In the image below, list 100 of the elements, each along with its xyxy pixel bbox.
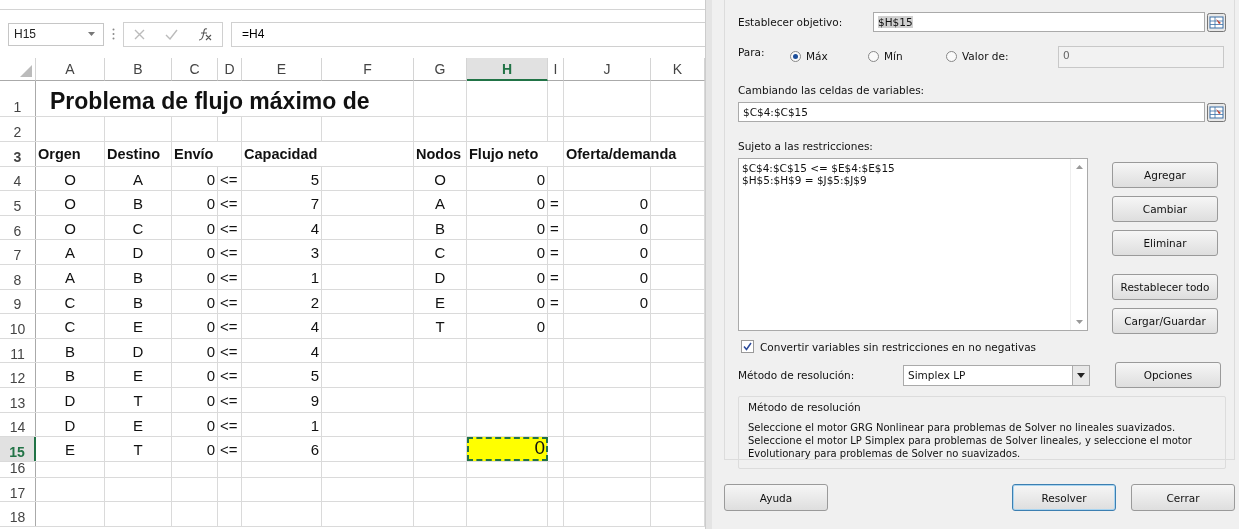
constraint-item[interactable]: $H$5:$H$9 = $J$5:$J$9 <box>742 174 1067 186</box>
sheet-title: Problema de flujo máximo de <box>49 88 370 114</box>
checkmark-icon[interactable] <box>165 28 178 40</box>
variable-cells-field[interactable]: $C$4:$C$15 <box>738 102 1205 122</box>
field-label: Método de resolución: <box>738 369 856 381</box>
row-header[interactable]: 8 <box>0 264 36 289</box>
table-cell: D <box>36 387 105 412</box>
table-cell: 0 <box>172 166 218 191</box>
column-header[interactable]: D <box>218 58 242 81</box>
table-cell: D <box>414 264 467 289</box>
scroll-down-icon[interactable] <box>1075 320 1083 324</box>
table-cell: = <box>548 215 564 240</box>
column-header[interactable]: K <box>651 58 705 81</box>
table-cell: 0 <box>172 437 218 461</box>
constraint-item[interactable]: $C$4:$C$15 <= $E$4:$E$15 <box>742 162 1067 174</box>
table-cell: Destino <box>105 141 172 166</box>
options-button[interactable]: Opciones <box>1115 362 1221 388</box>
select-all-icon[interactable] <box>20 65 32 77</box>
field-label: Establecer objetivo: <box>738 16 844 28</box>
row-header[interactable]: 16 <box>0 461 36 477</box>
dialog-button[interactable]: Restablecer todo <box>1112 274 1218 300</box>
row-header[interactable]: 3 <box>0 141 36 166</box>
name-box[interactable]: H15 <box>8 22 104 46</box>
table-cell: 0 <box>467 314 548 338</box>
row-header[interactable]: 4 <box>0 166 36 191</box>
table-cell: 0 <box>172 191 218 215</box>
checkbox-option[interactable]: Convertir variables sin restricciones en no negativas <box>741 340 1226 353</box>
table-cell: <= <box>218 166 242 191</box>
table-cell: B <box>105 191 172 215</box>
table-cell: A <box>36 264 105 289</box>
row-header[interactable]: 6 <box>0 215 36 240</box>
table-cell: C <box>105 215 172 240</box>
table-cell: 0 <box>172 338 218 363</box>
row-header[interactable]: 18 <box>0 502 36 526</box>
table-cell: 0 <box>172 314 218 338</box>
row-header[interactable]: 1 <box>0 81 36 116</box>
constraints-list[interactable]: $C$4:$C$15 <= $E$4:$E$15 $H$5:$H$9 = $J$5:$J$9 <box>738 158 1088 331</box>
dialog-button[interactable]: Agregar <box>1112 162 1218 188</box>
table-cell: 3 <box>242 240 322 264</box>
column-header[interactable]: H <box>467 58 548 81</box>
row-header[interactable]: 2 <box>0 117 36 141</box>
table-cell: Nodos <box>414 141 467 166</box>
table-cell: E <box>105 412 172 437</box>
table-cell: 0 <box>564 240 651 264</box>
table-cell: T <box>105 387 172 412</box>
table-cell: 0 <box>467 264 548 289</box>
field-label: Para: <box>738 46 766 58</box>
dialog-button[interactable]: Ayuda <box>724 484 828 511</box>
range-select-icon[interactable] <box>1207 12 1226 32</box>
table-cell: O <box>36 166 105 191</box>
table-cell: 4 <box>242 338 322 363</box>
table-cell: 4 <box>242 215 322 240</box>
table-cell: 0 <box>467 166 548 191</box>
row-header[interactable]: 14 <box>0 412 36 437</box>
row-header[interactable]: 10 <box>0 314 36 338</box>
table-cell: E <box>36 437 105 461</box>
table-cell: <= <box>218 215 242 240</box>
row-header[interactable]: 7 <box>0 240 36 264</box>
row-header[interactable]: 9 <box>0 289 36 314</box>
scroll-up-icon[interactable] <box>1075 165 1083 169</box>
dialog-button[interactable]: Cambiar <box>1112 196 1218 222</box>
dialog-button[interactable]: Cerrar <box>1131 484 1235 511</box>
table-cell: B <box>36 338 105 363</box>
function-icon[interactable] <box>198 27 212 41</box>
row-header[interactable]: 11 <box>0 338 36 363</box>
table-cell: 0 <box>172 289 218 314</box>
table-cell: 0 <box>564 191 651 215</box>
column-header[interactable]: I <box>548 58 564 81</box>
table-cell: 0 <box>467 191 548 215</box>
row-header[interactable]: 12 <box>0 363 36 387</box>
table-cell: 0 <box>564 264 651 289</box>
table-cell: B <box>105 264 172 289</box>
table-cell: A <box>36 240 105 264</box>
column-header[interactable]: A <box>36 58 105 81</box>
column-header[interactable]: E <box>242 58 322 81</box>
row-header[interactable]: 15 <box>0 437 36 461</box>
active-cell[interactable]: 0 <box>467 437 548 461</box>
dialog-button[interactable]: Resolver <box>1012 484 1116 511</box>
objective-field[interactable]: $H$15 <box>873 12 1205 32</box>
table-cell: Oferta/demanda <box>564 141 705 166</box>
formula-field[interactable]: =H4 <box>231 21 705 47</box>
method-dropdown[interactable]: Simplex LP <box>903 364 1090 386</box>
column-header[interactable]: C <box>172 58 218 81</box>
table-cell: 0 <box>172 363 218 387</box>
table-cell: = <box>548 240 564 264</box>
range-select-icon[interactable] <box>1207 102 1226 122</box>
row-header[interactable]: 5 <box>0 191 36 215</box>
column-header[interactable]: F <box>322 58 414 81</box>
table-cell: <= <box>218 240 242 264</box>
column-header[interactable]: J <box>564 58 651 81</box>
table-cell: 1 <box>242 264 322 289</box>
dialog-button[interactable]: Cargar/Guardar <box>1112 308 1218 334</box>
cancel-icon[interactable] <box>134 28 145 40</box>
row-header[interactable]: 13 <box>0 387 36 412</box>
table-cell: C <box>414 240 467 264</box>
dialog-button[interactable]: Eliminar <box>1112 230 1218 256</box>
table-cell: <= <box>218 264 242 289</box>
table-cell: 0 <box>467 215 548 240</box>
row-header[interactable]: 17 <box>0 477 36 502</box>
column-header[interactable]: B <box>105 58 172 81</box>
